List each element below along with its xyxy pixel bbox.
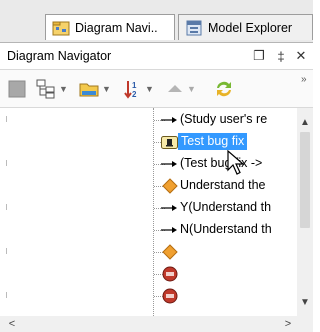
- folder-icon: [79, 83, 99, 97]
- arrow-icon: [161, 200, 178, 216]
- tree-node[interactable]: [0, 263, 297, 285]
- close-button[interactable]: ✕: [292, 47, 310, 65]
- tab-model-explorer[interactable]: Model Explorer: [178, 14, 313, 40]
- red-circle-icon: [161, 266, 178, 282]
- tree-node[interactable]: Understand the: [0, 175, 297, 197]
- tree-node[interactable]: (Study user's re: [0, 109, 297, 131]
- scroll-thumb[interactable]: [300, 132, 310, 228]
- tree-node[interactable]: [0, 285, 297, 307]
- tree-node[interactable]: Y(Understand th: [0, 197, 297, 219]
- arrow-icon: [161, 222, 178, 238]
- mouse-cursor-icon: [227, 150, 245, 175]
- tree-node-label: Test bug fix: [178, 133, 248, 150]
- svg-text:2: 2: [132, 90, 137, 99]
- tree-node-label: Y(Understand th: [180, 200, 272, 214]
- sort-icon: 1 2: [124, 81, 137, 99]
- svg-text:1: 1: [132, 81, 137, 90]
- up-button[interactable]: ▼: [166, 78, 196, 100]
- toolbar-overflow-button[interactable]: »: [301, 74, 307, 85]
- scroll-down-button[interactable]: ▼: [297, 294, 313, 310]
- diamond-icon: [161, 244, 178, 260]
- tab-label: Model Explorer: [208, 20, 293, 35]
- pin-button[interactable]: ‡: [272, 47, 290, 65]
- tab-diagram-navigator[interactable]: Diagram Navi..: [45, 14, 175, 40]
- sort-button[interactable]: 1 2 ▼: [122, 78, 154, 100]
- chevron-down-icon[interactable]: ▼: [145, 84, 154, 94]
- test-bug-fix-icon: [161, 134, 178, 150]
- panel-header: Diagram Navigator ❐ ‡ ✕: [0, 42, 313, 70]
- horizontal-scrollbar[interactable]: < >: [0, 316, 313, 332]
- scroll-left-button[interactable]: <: [4, 316, 20, 332]
- up-icon: [168, 85, 182, 92]
- toolbar: ▼ ▼ 1 2 ▼ ▼ »: [0, 70, 313, 108]
- chevron-down-icon[interactable]: ▼: [59, 84, 68, 94]
- red-circle-icon: [161, 288, 178, 304]
- square-icon: [8, 80, 26, 98]
- chevron-down-icon[interactable]: ▼: [102, 84, 111, 94]
- tree-node[interactable]: (Test bug fix ->: [0, 153, 297, 175]
- tree-node-label: Understand the: [180, 178, 266, 192]
- diamond-icon: [161, 178, 178, 194]
- tree-node[interactable]: N(Understand th: [0, 219, 297, 241]
- vertical-scrollbar[interactable]: ▲ ▼: [297, 108, 313, 316]
- sync-button[interactable]: [214, 78, 234, 100]
- tree-node-label: N(Understand th: [180, 222, 272, 236]
- chevron-down-icon[interactable]: ▼: [187, 84, 196, 94]
- scroll-up-button[interactable]: ▲: [297, 114, 313, 130]
- arrow-icon: [161, 156, 178, 172]
- panel-title: Diagram Navigator: [7, 49, 112, 63]
- model-explorer-icon: [186, 20, 202, 35]
- arrow-icon: [161, 112, 178, 128]
- tree-node-label: (Study user's re: [180, 112, 268, 126]
- folder-button[interactable]: ▼: [79, 78, 111, 100]
- diagram-navigator-icon: [52, 21, 70, 35]
- diagram-tree[interactable]: (Study user's re Test bug fix (Test bug …: [0, 108, 297, 316]
- sync-icon: [217, 81, 231, 97]
- tree-node-label: (Test bug fix ->: [180, 156, 263, 170]
- tab-strip: Diagram Navi.. Model Explorer: [0, 0, 313, 42]
- tree-node-selected[interactable]: Test bug fix: [0, 131, 297, 153]
- hierarchy-icon: [36, 79, 55, 99]
- square-button[interactable]: [8, 78, 26, 100]
- tree-node[interactable]: [0, 241, 297, 263]
- hierarchy-button[interactable]: ▼: [36, 78, 68, 100]
- scroll-right-button[interactable]: >: [280, 316, 296, 332]
- restore-button[interactable]: ❐: [250, 47, 268, 65]
- tab-label: Diagram Navi..: [75, 20, 158, 35]
